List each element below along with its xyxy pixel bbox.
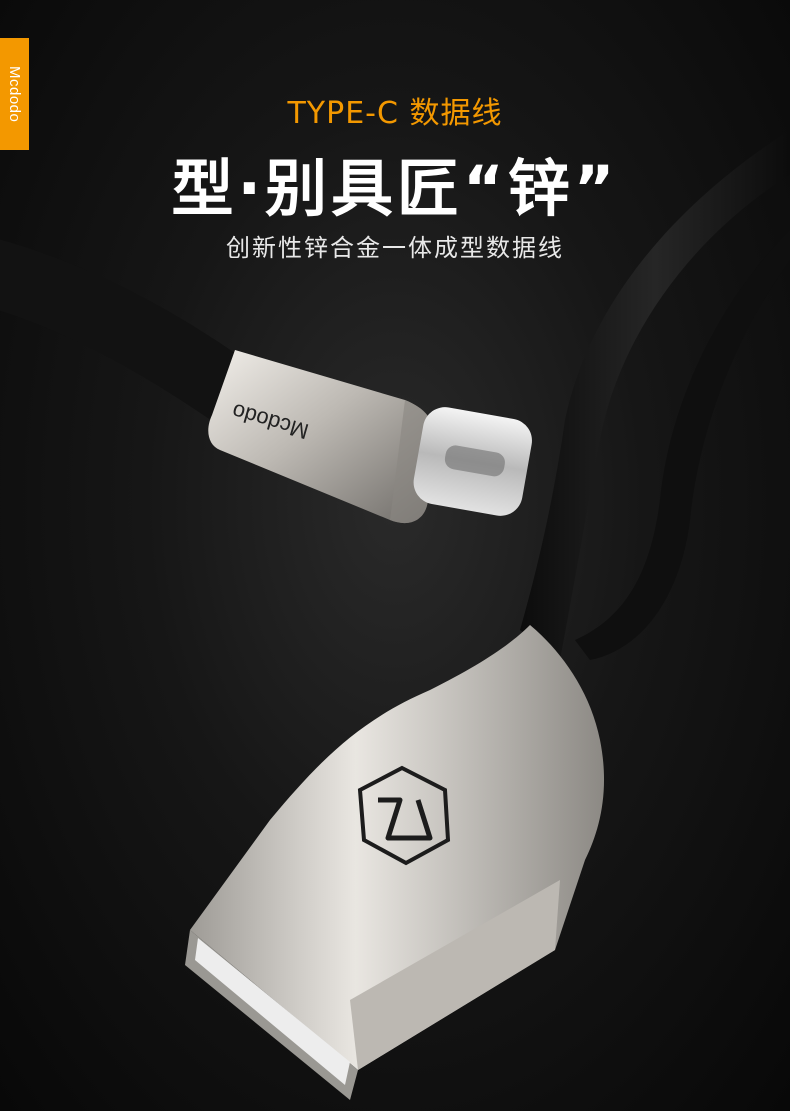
subtitle: 创新性锌合金一体成型数据线 <box>226 234 564 262</box>
product-poster: Mcdodo Mcdodo TYPE-C 数据线 型·别具匠“锌” 创新性锌合金… <box>0 0 790 1111</box>
headline: TYPE-C 数据线 <box>287 96 503 131</box>
page-title: 型·别具匠“锌” <box>171 152 619 225</box>
cable-right-edge <box>575 230 790 660</box>
